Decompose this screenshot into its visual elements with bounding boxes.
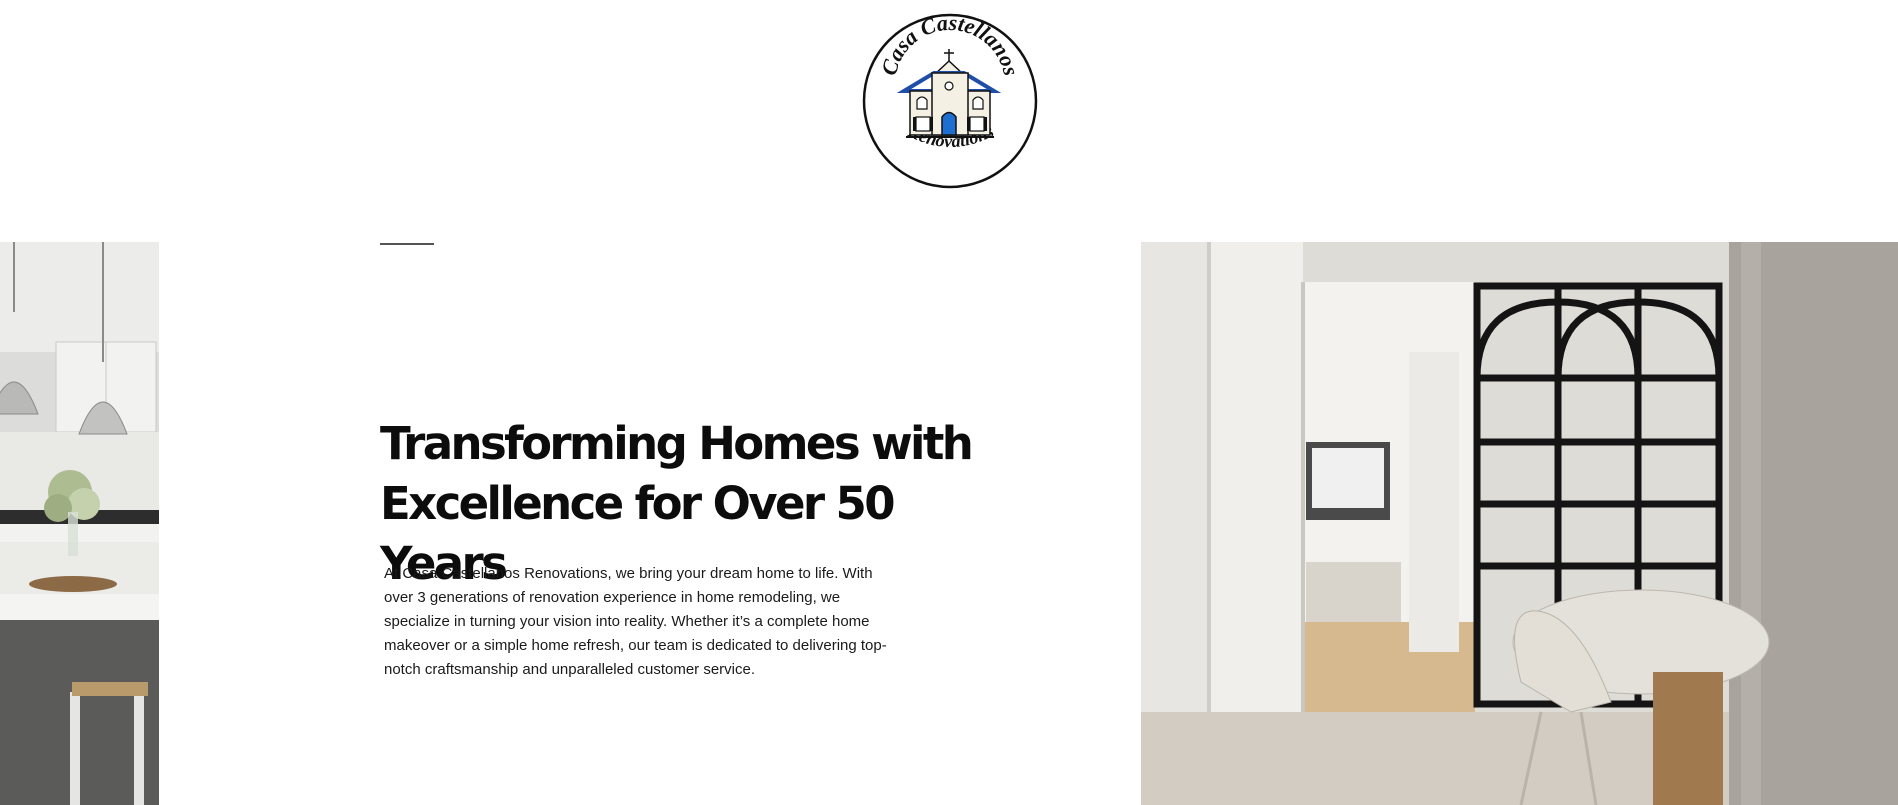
hero-heading-line-1: Transforming Homes with (380, 417, 974, 470)
hero-description: At Casa Castellanos Renovations, we brin… (384, 565, 887, 678)
hero-section: Transforming Homes with Excellence for O… (0, 242, 1898, 805)
dining-room-photo (1141, 242, 1898, 805)
accent-divider (380, 243, 434, 245)
brand-logo: Casa Castellanos Renovations (862, 10, 1038, 189)
brand-logo-link[interactable]: Casa Castellanos Renovations (862, 10, 1038, 189)
kitchen-photo (0, 242, 159, 805)
